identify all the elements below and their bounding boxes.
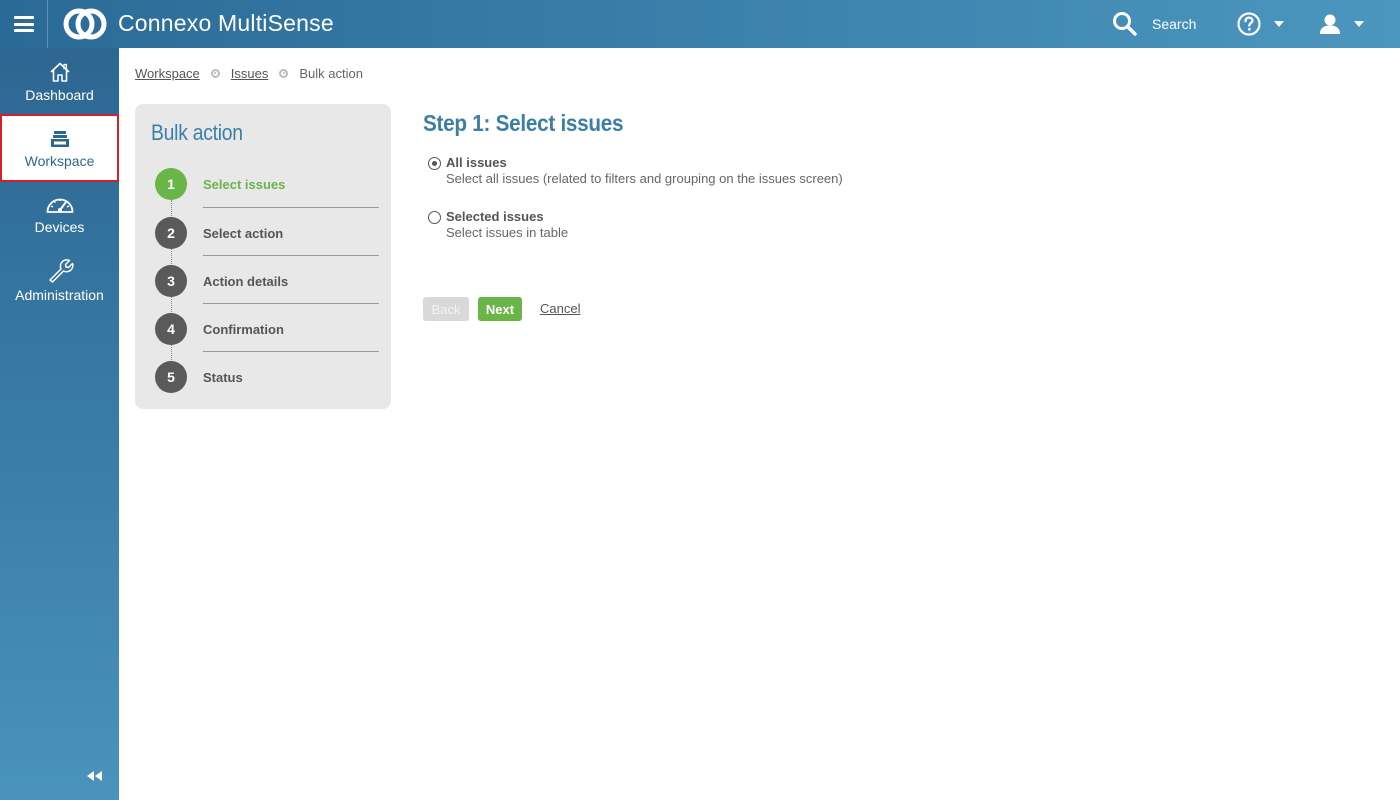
selected-issues-radio-option[interactable]: Selected issues Select issues in table <box>428 209 568 240</box>
step-label: Select issues <box>203 176 286 192</box>
radio-description: Select all issues (related to filters an… <box>446 171 843 186</box>
back-button[interactable]: Back <box>423 297 469 321</box>
all-issues-radio-option[interactable]: All issues Select all issues (related to… <box>428 155 843 186</box>
sidebar-item-workspace[interactable]: Workspace <box>0 114 119 182</box>
breadcrumb-link-workspace[interactable]: Workspace <box>135 66 200 81</box>
user-icon <box>1320 14 1340 34</box>
step-number: 5 <box>155 361 187 393</box>
step-connector <box>171 248 172 264</box>
app-title: Connexo MultiSense <box>118 10 334 36</box>
radio-button[interactable] <box>428 211 441 224</box>
radio-label: Selected issues <box>446 209 544 224</box>
speedometer-icon <box>46 198 73 213</box>
chevron-down-icon <box>1354 21 1364 27</box>
step-label: Action details <box>203 273 289 289</box>
cancel-link[interactable]: Cancel <box>540 301 580 316</box>
sidebar: Dashboard Workspace Devices Administrati… <box>0 48 119 800</box>
search-icon <box>1113 12 1137 36</box>
radio-label: All issues <box>446 155 507 170</box>
sidebar-item-label: Dashboard <box>25 87 94 103</box>
home-icon <box>49 62 70 82</box>
breadcrumb-separator-icon <box>210 68 220 78</box>
radio-button[interactable] <box>428 157 441 170</box>
help-menu-button[interactable] <box>1236 10 1284 38</box>
wizard-navigation-panel: Bulk action 1 Select issues 2 Select act… <box>135 104 391 409</box>
step-number: 4 <box>155 313 187 345</box>
workspace-tray-icon <box>50 131 69 147</box>
step-label: Confirmation <box>203 321 284 337</box>
step-divider <box>203 207 379 208</box>
breadcrumb-current: Bulk action <box>299 65 363 81</box>
step-connector <box>171 200 172 216</box>
help-icon <box>1237 12 1261 36</box>
wizard-step-select-issues[interactable]: 1 Select issues <box>155 168 385 200</box>
step-number: 2 <box>155 217 187 249</box>
step-label: Status <box>203 369 243 385</box>
user-menu-button[interactable] <box>1318 10 1364 38</box>
collapse-sidebar-button[interactable] <box>87 770 103 784</box>
search-label: Search <box>1152 16 1197 32</box>
sidebar-item-label: Workspace <box>24 153 95 169</box>
step-label: Select action <box>203 225 284 241</box>
step-connector <box>171 296 172 312</box>
step-heading: Step 1: Select issues <box>423 110 624 136</box>
search-button[interactable]: Search <box>1112 10 1196 38</box>
sidebar-item-label: Devices <box>34 219 85 235</box>
wizard-step-confirmation[interactable]: 4 Confirmation <box>155 313 385 345</box>
wizard-step-status[interactable]: 5 Status <box>155 361 385 393</box>
wizard-step-action-details[interactable]: 3 Action details <box>155 265 385 297</box>
wizard-step-select-action[interactable]: 2 Select action <box>155 217 385 249</box>
sidebar-item-devices[interactable]: Devices <box>0 194 119 240</box>
step-number: 1 <box>155 168 187 200</box>
connexo-logo-icon <box>63 8 107 40</box>
top-header: Connexo MultiSense Search <box>0 0 1400 48</box>
sidebar-item-dashboard[interactable]: Dashboard <box>0 60 119 108</box>
step-divider <box>203 255 379 256</box>
next-button[interactable]: Next <box>478 297 522 321</box>
breadcrumb-link-issues[interactable]: Issues <box>231 66 269 81</box>
breadcrumb: Workspace Issues Bulk action <box>135 64 363 82</box>
chevron-down-icon <box>1274 21 1284 27</box>
wizard-title: Bulk action <box>151 120 243 145</box>
step-connector <box>171 344 172 360</box>
header-divider <box>47 0 48 48</box>
sidebar-item-label: Administration <box>15 287 104 303</box>
step-divider <box>203 303 379 304</box>
step-number: 3 <box>155 265 187 297</box>
step-divider <box>203 351 379 352</box>
radio-description: Select issues in table <box>446 225 569 240</box>
breadcrumb-separator-icon <box>279 68 289 78</box>
double-chevron-left-icon <box>87 771 102 781</box>
hamburger-icon <box>13 16 34 32</box>
wrench-icon <box>48 259 74 283</box>
sidebar-item-administration[interactable]: Administration <box>0 256 119 306</box>
menu-button[interactable] <box>0 0 47 48</box>
